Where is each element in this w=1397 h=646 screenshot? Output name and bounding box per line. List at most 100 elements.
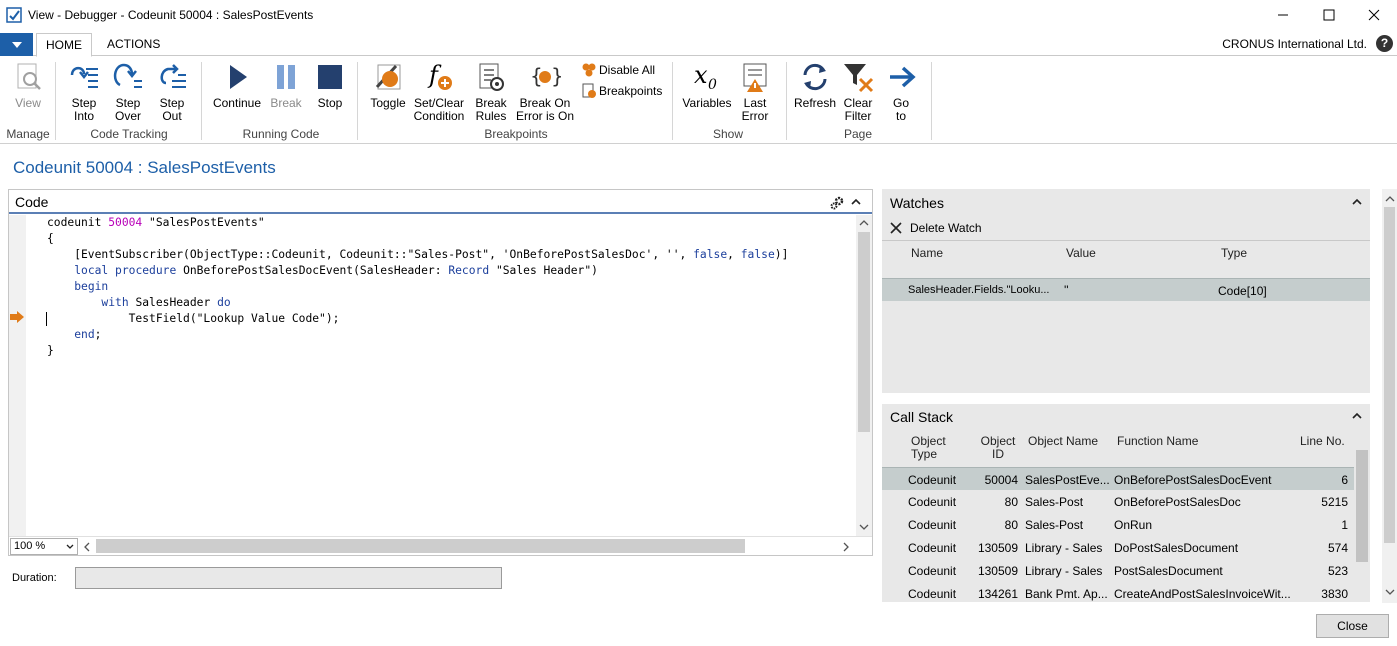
- step-over-icon: [113, 63, 142, 88]
- step-into-button[interactable]: Step Into: [66, 61, 102, 123]
- delete-watch-button[interactable]: Delete Watch: [890, 221, 982, 235]
- close-button[interactable]: Close: [1316, 614, 1389, 638]
- watches-col-value[interactable]: Value: [1066, 247, 1096, 260]
- collapse-chevron-icon[interactable]: [1352, 198, 1362, 205]
- last-error-button[interactable]: Last Error: [737, 61, 773, 123]
- breakpoints-list-button[interactable]: Breakpoints: [581, 83, 662, 99]
- scroll-up-icon[interactable]: [1385, 195, 1395, 202]
- set-clear-condition-button[interactable]: f Set/Clear Condition: [411, 61, 467, 123]
- continue-button[interactable]: Continue: [211, 61, 263, 110]
- table-row[interactable]: Codeunit 50004 SalesPostEve... OnBeforeP…: [882, 467, 1354, 490]
- break-button[interactable]: Break: [268, 61, 304, 110]
- last-error-icon: [743, 63, 767, 92]
- svg-text:0: 0: [708, 77, 717, 93]
- callstack-col-function-name[interactable]: Function Name: [1117, 435, 1198, 448]
- break-on-error-button[interactable]: { } Break OnError is On: [515, 61, 575, 123]
- disable-all-button[interactable]: Disable All: [581, 62, 655, 78]
- scroll-up-icon[interactable]: [859, 219, 869, 226]
- variables-button[interactable]: x 0 Variables: [681, 61, 733, 110]
- view-button[interactable]: View: [10, 61, 46, 110]
- code-panel-header: Code: [9, 190, 872, 214]
- code-panel: Code codeunit 50004 "SalesPostEvents" { …: [8, 189, 873, 556]
- scroll-left-icon[interactable]: [83, 542, 90, 552]
- breakpoints-list-icon: [582, 83, 596, 98]
- clear-filter-button[interactable]: Clear Filter: [840, 61, 876, 123]
- group-label-show: Show: [712, 127, 744, 141]
- go-to-button[interactable]: Go to: [886, 61, 916, 123]
- step-over-button[interactable]: Step Over: [110, 61, 146, 123]
- group-label-manage: Manage: [6, 127, 50, 141]
- code-line: begin: [74, 280, 109, 293]
- disable-all-icon: [582, 63, 596, 77]
- settings-icon[interactable]: [829, 195, 845, 211]
- code-line: end;: [74, 328, 102, 341]
- code-line: {: [47, 232, 54, 245]
- company-name: CRONUS International Ltd.: [1222, 37, 1367, 51]
- code-line: }: [47, 344, 54, 357]
- scroll-right-icon[interactable]: [843, 542, 850, 552]
- group-separator: [55, 62, 56, 140]
- callstack-col-line-no[interactable]: Line No.: [1300, 435, 1345, 448]
- divider: [882, 240, 1370, 241]
- table-row[interactable]: Codeunit 80 Sales-Post OnBeforePostSales…: [882, 490, 1354, 513]
- table-row[interactable]: Codeunit 80 Sales-Post OnRun 1: [882, 513, 1354, 536]
- function-condition-icon: f: [427, 61, 452, 90]
- step-out-button[interactable]: Step Out: [154, 61, 190, 123]
- group-separator: [786, 62, 787, 140]
- arrow-right-icon: [890, 66, 916, 88]
- collapse-chevron-icon[interactable]: [1352, 412, 1362, 419]
- minimize-button[interactable]: [1260, 0, 1306, 30]
- view-magnifier-icon: [17, 63, 41, 90]
- break-rules-button[interactable]: Break Rules: [472, 61, 510, 123]
- code-editor[interactable]: codeunit 50004 "SalesPostEvents" { [Even…: [9, 215, 856, 536]
- group-separator: [201, 62, 202, 140]
- scroll-down-icon[interactable]: [1385, 589, 1395, 596]
- watches-col-type[interactable]: Type: [1221, 247, 1247, 260]
- table-row[interactable]: Codeunit 134261 Bank Pmt. Ap... CreateAn…: [882, 582, 1354, 602]
- scroll-thumb[interactable]: [1384, 207, 1395, 543]
- code-horizontal-scroll-row: 100 %: [9, 536, 872, 555]
- group-separator: [357, 62, 358, 140]
- ribbon: View Manage Step Into Step Over Step Out Co…: [0, 57, 1397, 144]
- tab-actions[interactable]: ACTIONS: [98, 33, 169, 57]
- scroll-down-icon[interactable]: [859, 524, 869, 531]
- watches-panel: Watches Delete Watch Name Value Type Sal…: [882, 189, 1370, 393]
- callstack-col-object-id[interactable]: Object ID: [978, 435, 1018, 461]
- page-title: Codeunit 50004 : SalesPostEvents: [13, 158, 276, 177]
- app-menu-button[interactable]: [0, 33, 33, 56]
- code-line: [EventSubscriber(ObjectType::Codeunit, C…: [47, 248, 789, 261]
- chevron-down-icon: [66, 544, 74, 549]
- code-vertical-scrollbar[interactable]: [856, 215, 872, 536]
- page-vertical-scrollbar[interactable]: [1382, 189, 1397, 603]
- callstack-col-object-name[interactable]: Object Name: [1028, 435, 1098, 448]
- toggle-breakpoint-icon: [375, 64, 401, 90]
- breakpoint-gutter[interactable]: [9, 215, 26, 536]
- watches-title: Watches: [890, 195, 944, 211]
- maximize-button[interactable]: [1306, 0, 1352, 30]
- scroll-thumb[interactable]: [858, 232, 870, 432]
- table-row[interactable]: Codeunit 130509 Library - Sales DoPostSa…: [882, 536, 1354, 559]
- scroll-thumb[interactable]: [1356, 450, 1368, 562]
- group-separator: [672, 62, 673, 140]
- group-label-code-tracking: Code Tracking: [90, 127, 168, 141]
- code-line: with SalesHeader do: [101, 296, 231, 309]
- app-icon: [6, 7, 22, 23]
- call-stack-panel: Call Stack Object Type Object ID Object …: [882, 404, 1370, 602]
- tab-home[interactable]: HOME: [36, 33, 92, 57]
- stop-icon: [318, 65, 342, 89]
- close-window-button[interactable]: [1351, 0, 1397, 30]
- table-row[interactable]: SalesHeader.Fields."Looku... '' Code[10]: [882, 278, 1370, 301]
- callstack-col-object-type[interactable]: Object Type: [911, 435, 951, 461]
- zoom-select[interactable]: 100 %: [10, 538, 78, 555]
- table-row[interactable]: Codeunit 130509 Library - Sales PostSale…: [882, 559, 1354, 582]
- watches-col-name[interactable]: Name: [911, 247, 943, 260]
- refresh-icon: [803, 63, 827, 91]
- call-stack-scrollbar[interactable]: [1354, 448, 1370, 602]
- call-stack-title: Call Stack: [890, 409, 954, 425]
- toggle-breakpoint-button[interactable]: Toggle: [367, 61, 409, 110]
- refresh-button[interactable]: Refresh: [793, 61, 837, 110]
- horizontal-scroll-thumb[interactable]: [96, 539, 745, 553]
- help-icon[interactable]: ?: [1376, 35, 1393, 52]
- collapse-chevron-icon[interactable]: [851, 198, 861, 205]
- stop-button[interactable]: Stop: [313, 61, 347, 110]
